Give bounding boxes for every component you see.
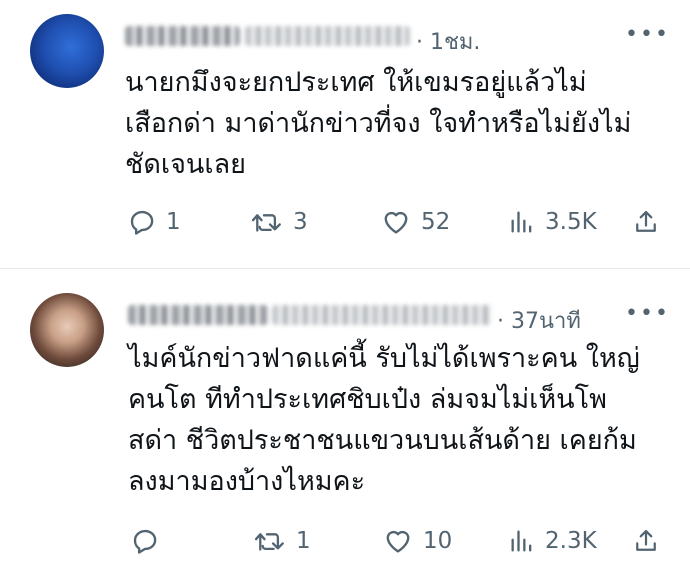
like-button[interactable]: 10 — [382, 526, 452, 556]
reply-count: 1 — [166, 209, 181, 235]
tweet-timestamp[interactable]: · 37นาที — [497, 303, 581, 338]
avatar[interactable] — [30, 293, 104, 367]
retweet-icon — [251, 214, 281, 232]
retweet-button[interactable]: 1 — [253, 526, 311, 556]
dot-separator: · — [416, 30, 430, 55]
share-button[interactable] — [632, 207, 660, 237]
dot-separator: · — [497, 309, 511, 334]
tweet-text: นายกมึงจะยกประเทศ ให้เขมรอยู่แล้วไม่ เสื… — [125, 67, 632, 180]
heart-icon — [386, 530, 410, 553]
reply-icon — [130, 210, 154, 235]
handle-blurred — [272, 305, 492, 325]
views-count: 3.5K — [545, 209, 597, 235]
like-count: 10 — [423, 528, 453, 554]
tweet-text: ไมค์นักข่าวฟาดแค่นี้ รับไม่ได้เพราะคน ให… — [128, 343, 640, 497]
reply-button[interactable] — [130, 526, 160, 556]
views-icon — [511, 530, 532, 552]
reply-button[interactable]: 1 — [127, 207, 181, 237]
views-button[interactable]: 2.3K — [508, 526, 597, 556]
like-count: 52 — [421, 209, 451, 235]
tweet-2[interactable]: · 37นาที ••• ไมค์นักข่าวฟาดแค่นี้ รับไม่… — [0, 269, 690, 582]
tweet-timestamp[interactable]: · 1ชม. — [416, 24, 480, 59]
views-icon — [511, 211, 532, 233]
like-button[interactable]: 52 — [380, 207, 450, 237]
more-icon[interactable]: ••• — [625, 301, 670, 326]
share-icon — [636, 529, 656, 551]
share-icon — [636, 210, 656, 232]
avatar[interactable] — [30, 14, 104, 88]
display-name-blurred[interactable] — [125, 26, 240, 46]
heart-icon — [384, 211, 408, 234]
retweet-count: 1 — [296, 528, 311, 554]
views-button[interactable]: 3.5K — [508, 207, 597, 237]
retweet-icon — [254, 533, 284, 551]
tweet-1[interactable]: · 1ชม. ••• นายกมึงจะยกประเทศ ให้เขมรอยู่… — [0, 0, 690, 268]
share-button[interactable] — [632, 526, 660, 556]
retweet-count: 3 — [293, 209, 308, 235]
handle-blurred — [245, 26, 410, 46]
retweet-button[interactable]: 3 — [250, 207, 308, 237]
more-icon[interactable]: ••• — [625, 22, 670, 47]
views-count: 2.3K — [545, 528, 597, 554]
reply-icon — [133, 529, 157, 554]
display-name-blurred[interactable] — [128, 305, 268, 325]
